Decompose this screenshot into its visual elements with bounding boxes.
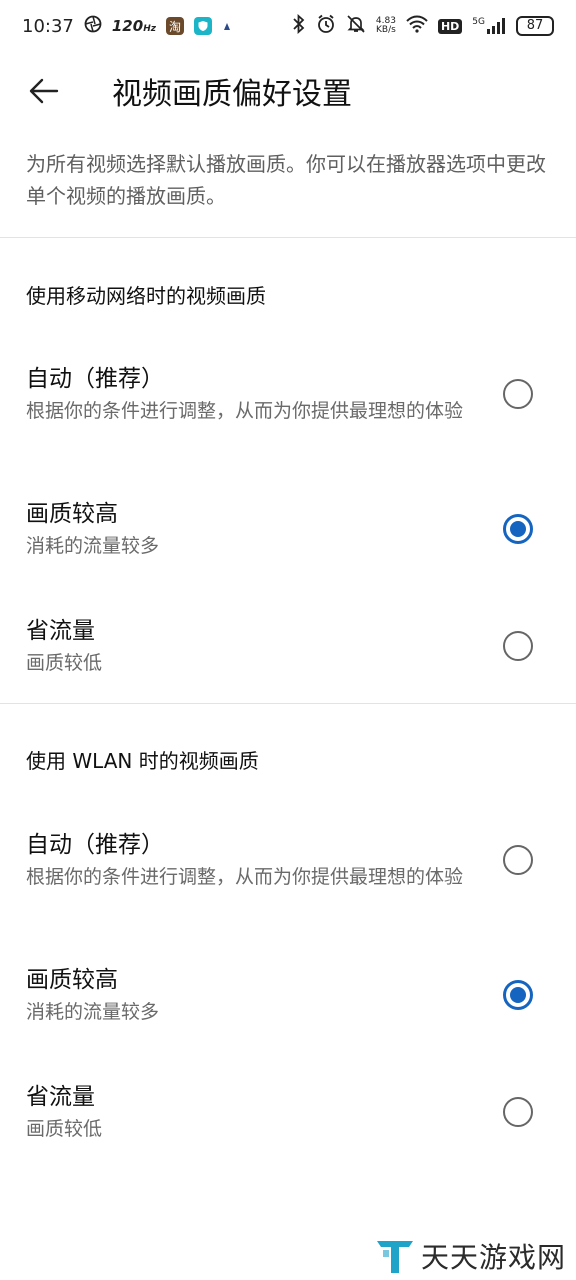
option-mobile-auto[interactable]: 自动（推荐） 根据你的条件进行调整，从而为你提供最理想的体验 <box>0 342 576 446</box>
radio-mobile-auto[interactable] <box>503 379 533 409</box>
watermark-logo-icon <box>376 1241 413 1273</box>
network-type: 5G <box>472 17 485 27</box>
option-label: 自动（推荐） <box>26 366 164 392</box>
refresh-rate-indicator: 120Hz <box>112 16 156 36</box>
divider <box>0 703 576 704</box>
status-bar-left: 10:37 120Hz 淘 <box>22 15 232 38</box>
mute-bell-icon <box>346 14 366 39</box>
option-label: 自动（推荐） <box>26 832 164 858</box>
network-speed-unit: KB/s <box>376 25 396 35</box>
option-label: 省流量 <box>26 618 95 644</box>
option-text: 画质较高 消耗的流量较多 <box>26 497 466 561</box>
signal-bars-icon <box>487 18 505 34</box>
intro-description: 为所有视频选择默认播放画质。你可以在播放器选项中更改单个视频的播放画质。 <box>26 152 546 208</box>
status-time: 10:37 <box>22 15 74 37</box>
option-text: 省流量 画质较低 <box>26 614 466 678</box>
status-bar-right: 4.83 KB/s HD 5G 87 <box>292 13 554 39</box>
arrow-left-icon <box>29 78 59 104</box>
watermark-text: 天天游戏网 <box>420 1241 566 1274</box>
option-description: 画质较低 <box>26 1118 103 1140</box>
option-wlan-saver[interactable]: 省流量 画质较低 <box>0 1077 576 1147</box>
option-wlan-high[interactable]: 画质较高 消耗的流量较多 <box>0 960 576 1030</box>
option-description: 根据你的条件进行调整，从而为你提供最理想的体验 <box>26 400 464 422</box>
back-button[interactable] <box>14 61 74 121</box>
section-header-wlan: 使用 WLAN 时的视频画质 <box>26 749 259 773</box>
option-text: 自动（推荐） 根据你的条件进行调整，从而为你提供最理想的体验 <box>26 362 466 426</box>
section-header-mobile: 使用移动网络时的视频画质 <box>26 284 266 308</box>
radio-selected-dot <box>510 521 526 537</box>
option-label: 画质较高 <box>26 501 118 527</box>
option-description: 消耗的流量较多 <box>26 1001 160 1023</box>
shield-app-icon <box>193 17 212 35</box>
cellular-signal: 5G <box>472 18 506 34</box>
radio-mobile-saver[interactable] <box>503 631 533 661</box>
refresh-rate-value: 120 <box>111 17 144 35</box>
option-text: 省流量 画质较低 <box>26 1080 466 1144</box>
watermark: 天天游戏网 <box>375 1236 566 1276</box>
notification-icon <box>222 16 232 36</box>
option-mobile-high[interactable]: 画质较高 消耗的流量较多 <box>0 494 576 564</box>
option-description: 画质较低 <box>26 652 103 674</box>
network-speed: 4.83 KB/s <box>376 17 396 35</box>
option-mobile-saver[interactable]: 省流量 画质较低 <box>0 611 576 681</box>
option-text: 自动（推荐） 根据你的条件进行调整，从而为你提供最理想的体验 <box>26 828 466 892</box>
refresh-rate-unit: Hz <box>143 24 156 34</box>
alarm-icon <box>316 14 336 39</box>
taobao-app-icon: 淘 <box>165 17 184 35</box>
option-wlan-auto[interactable]: 自动（推荐） 根据你的条件进行调整，从而为你提供最理想的体验 <box>0 808 576 912</box>
wifi-icon <box>406 15 428 38</box>
option-description: 消耗的流量较多 <box>26 535 160 557</box>
status-bar: 10:37 120Hz 淘 4.83 KB/s HD 5G 87 <box>0 0 576 52</box>
divider <box>0 237 576 238</box>
app-bar: 视频画质偏好设置 <box>0 52 576 130</box>
radio-wlan-high[interactable] <box>503 980 533 1010</box>
aperture-icon <box>84 15 102 38</box>
page-title: 视频画质偏好设置 <box>112 77 352 112</box>
option-text: 画质较高 消耗的流量较多 <box>26 963 466 1027</box>
radio-wlan-auto[interactable] <box>503 845 533 875</box>
radio-mobile-high[interactable] <box>503 514 533 544</box>
option-label: 省流量 <box>26 1084 95 1110</box>
bluetooth-icon <box>292 13 306 39</box>
option-label: 画质较高 <box>26 967 118 993</box>
radio-wlan-saver[interactable] <box>503 1097 533 1127</box>
battery-indicator: 87 <box>516 16 554 36</box>
radio-selected-dot <box>510 987 526 1003</box>
hd-badge: HD <box>437 18 463 34</box>
option-description: 根据你的条件进行调整，从而为你提供最理想的体验 <box>26 866 464 888</box>
